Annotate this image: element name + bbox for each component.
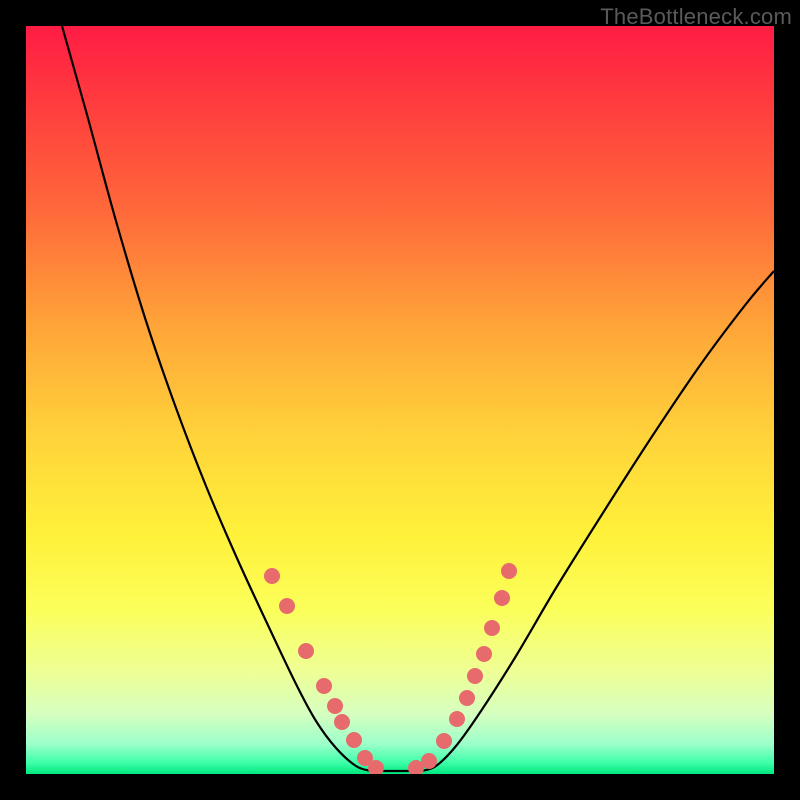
data-marker — [334, 714, 350, 730]
left-curve — [62, 26, 371, 771]
data-marker — [494, 590, 510, 606]
data-marker — [279, 598, 295, 614]
watermark-text: TheBottleneck.com — [600, 4, 792, 30]
data-marker — [316, 678, 332, 694]
chart-plot — [26, 26, 774, 774]
data-markers — [264, 563, 517, 774]
data-marker — [327, 698, 343, 714]
data-marker — [476, 646, 492, 662]
data-marker — [421, 753, 437, 769]
data-marker — [467, 668, 483, 684]
data-marker — [449, 711, 465, 727]
data-marker — [346, 732, 362, 748]
data-marker — [264, 568, 280, 584]
data-marker — [298, 643, 314, 659]
data-marker — [436, 733, 452, 749]
data-marker — [459, 690, 475, 706]
data-marker — [484, 620, 500, 636]
data-marker — [501, 563, 517, 579]
